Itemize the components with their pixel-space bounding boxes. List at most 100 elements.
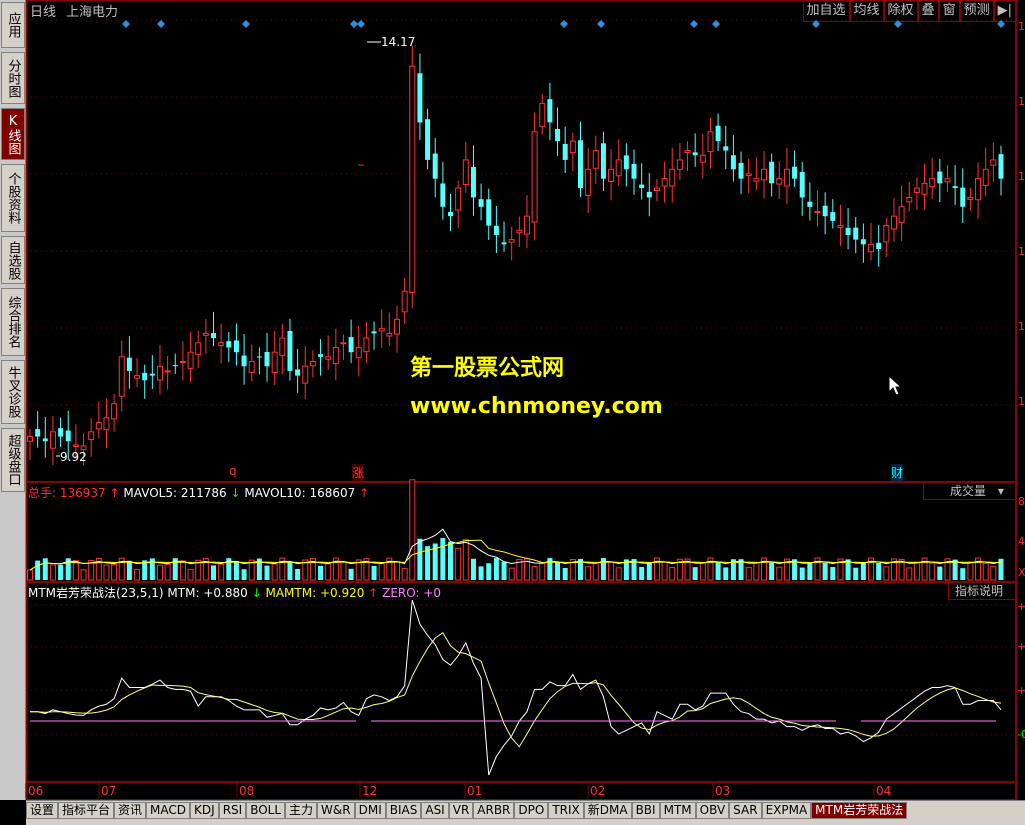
candle-body bbox=[516, 229, 523, 234]
indicator-scale-tick: + bbox=[1017, 684, 1025, 697]
candle-body bbox=[853, 227, 859, 240]
volume-bar bbox=[287, 561, 293, 580]
bottom-tab-22[interactable]: MTM岩芳荣战法 bbox=[811, 802, 908, 819]
candle-body bbox=[982, 168, 989, 186]
candle-body bbox=[623, 155, 629, 170]
candle-body bbox=[845, 227, 851, 235]
info-marker-icon bbox=[894, 20, 902, 28]
volume-bar bbox=[156, 564, 163, 581]
total-volume-arrow: ↑ bbox=[109, 486, 120, 500]
indicator-scale-tick: + bbox=[1017, 640, 1025, 653]
bottom-tab-2[interactable]: 资讯 bbox=[114, 802, 147, 819]
sidebar-tab-app[interactable]: 应用 bbox=[1, 2, 25, 48]
candle-body bbox=[661, 178, 668, 187]
bottom-tab-19[interactable]: OBV bbox=[695, 802, 730, 819]
bottom-tab-14[interactable]: DPO bbox=[514, 802, 549, 819]
candle-body bbox=[807, 201, 813, 207]
bottom-tab-8[interactable]: W&R bbox=[317, 802, 355, 819]
candle-body bbox=[929, 178, 936, 188]
bottom-tab-10[interactable]: BIAS bbox=[385, 802, 422, 819]
event-marker-finance[interactable]: 财 bbox=[891, 464, 904, 481]
volume-header: 总手: 136937 ↑ MAVOL5: 211786 ↓ MAVOL10: 1… bbox=[28, 484, 369, 501]
bottom-tab-3[interactable]: MACD bbox=[146, 802, 191, 819]
volume-bar bbox=[271, 563, 278, 581]
sidebar-tab-diagnose[interactable]: 牛叉诊股 bbox=[1, 360, 25, 424]
sidebar-tab-super-panel[interactable]: 超级盘口 bbox=[1, 428, 25, 492]
sidebar-tab-watchlist[interactable]: 自选股 bbox=[1, 236, 25, 284]
sidebar-tab-kline[interactable]: K线图 bbox=[1, 108, 25, 160]
candle-body bbox=[952, 186, 958, 189]
candle-body bbox=[35, 429, 41, 437]
volume-bar bbox=[318, 565, 324, 580]
volume-bar bbox=[776, 566, 783, 581]
info-marker-icon bbox=[157, 20, 165, 28]
bottom-tab-5[interactable]: RSI bbox=[218, 802, 247, 819]
candle-body bbox=[340, 342, 347, 345]
x-axis-month-label: 04 bbox=[876, 784, 891, 798]
candle-body bbox=[378, 328, 385, 332]
candle-body bbox=[639, 184, 645, 189]
candle-body bbox=[271, 351, 278, 374]
bottom-tab-11[interactable]: ASI bbox=[421, 802, 449, 819]
volume-bar bbox=[531, 566, 538, 581]
bottom-tab-7[interactable]: 主力 bbox=[285, 802, 318, 819]
left-tab-bar: 应用分时图 K线图个股资料自选股综合排名牛叉诊股超级盘口 bbox=[0, 0, 26, 800]
bottom-tab-17[interactable]: BBI bbox=[631, 802, 660, 819]
candle-body bbox=[432, 153, 438, 179]
volume-bar bbox=[906, 567, 913, 581]
volume-bar bbox=[876, 562, 882, 580]
candle-body bbox=[676, 159, 683, 170]
volume-bar bbox=[35, 560, 41, 580]
indicator-help-button[interactable]: 指标说明 bbox=[948, 582, 1016, 600]
volume-bar bbox=[646, 562, 652, 580]
volume-bar bbox=[470, 558, 476, 580]
bottom-indicator-tabs: 设置 指标平台 资讯 MACD KDJ RSI BOLL 主力 W&R DMI BIAS ASI VR A… bbox=[26, 800, 1025, 825]
volume-bar bbox=[493, 558, 499, 580]
chart-area[interactable]: 日线 上海电力 加自选 均线 除权叠窗预测 ▶| 06 07 08 12 01 02 03 04 1… bbox=[25, 0, 1016, 800]
volume-indicator-dropdown[interactable]: 成交量 ▾ bbox=[923, 482, 1016, 500]
bottom-tab-20[interactable]: SAR bbox=[729, 802, 762, 819]
volume-bar bbox=[913, 561, 920, 581]
candle-body bbox=[937, 171, 943, 184]
candle-body bbox=[65, 430, 71, 442]
bottom-tab-4[interactable]: KDJ bbox=[190, 802, 219, 819]
bottom-tab-0[interactable]: 设置 bbox=[26, 802, 59, 819]
candle-body bbox=[195, 342, 202, 355]
candle-body bbox=[118, 356, 125, 397]
bottom-tab-1[interactable]: 指标平台 bbox=[58, 802, 115, 819]
indicator-header: MTM岩芳荣战法(23,5,1) MTM: +0.880 ↓ MAMTM: +0… bbox=[28, 584, 441, 601]
volume-bar bbox=[103, 564, 110, 581]
bottom-tab-9[interactable]: DMI bbox=[354, 802, 386, 819]
x-axis-month-label: 01 bbox=[467, 784, 482, 798]
mavol10-label: MAVOL10: bbox=[244, 486, 306, 500]
price-scale-tick: 1 bbox=[1018, 170, 1025, 183]
event-marker-rise[interactable]: 涨 bbox=[352, 464, 365, 481]
volume-bar bbox=[830, 567, 836, 580]
candle-body bbox=[577, 140, 583, 189]
sidebar-tab-stock-info[interactable]: 个股资料 bbox=[1, 164, 25, 232]
candle-body bbox=[600, 143, 606, 179]
bottom-tab-16[interactable]: 新DMA bbox=[583, 802, 632, 819]
info-marker-icon bbox=[812, 20, 820, 28]
sidebar-tab-ranking[interactable]: 综合排名 bbox=[1, 288, 25, 356]
bottom-tab-12[interactable]: VR bbox=[448, 802, 474, 819]
volume-bar bbox=[49, 564, 56, 581]
candle-body bbox=[876, 242, 882, 249]
event-marker-q[interactable]: q bbox=[229, 464, 237, 478]
sidebar-tab-intraday[interactable]: 分时图 bbox=[1, 52, 25, 104]
bottom-tab-6[interactable]: BOLL bbox=[246, 802, 286, 819]
candle-body bbox=[248, 361, 255, 373]
bottom-tab-21[interactable]: EXPMA bbox=[761, 802, 812, 819]
bottom-tab-18[interactable]: MTM bbox=[659, 802, 696, 819]
candle-body bbox=[531, 131, 538, 223]
bottom-tab-13[interactable]: ARBR bbox=[473, 802, 515, 819]
candle-body bbox=[88, 431, 95, 440]
volume-bar bbox=[615, 567, 622, 581]
candle-body bbox=[868, 243, 875, 253]
mtm-label: MTM: bbox=[167, 586, 200, 600]
bottom-tab-15[interactable]: TRIX bbox=[548, 802, 584, 819]
candle-body bbox=[944, 178, 951, 183]
volume-bar bbox=[179, 560, 186, 581]
x-axis-month-label: 12 bbox=[362, 784, 377, 798]
volume-bar bbox=[669, 567, 676, 581]
